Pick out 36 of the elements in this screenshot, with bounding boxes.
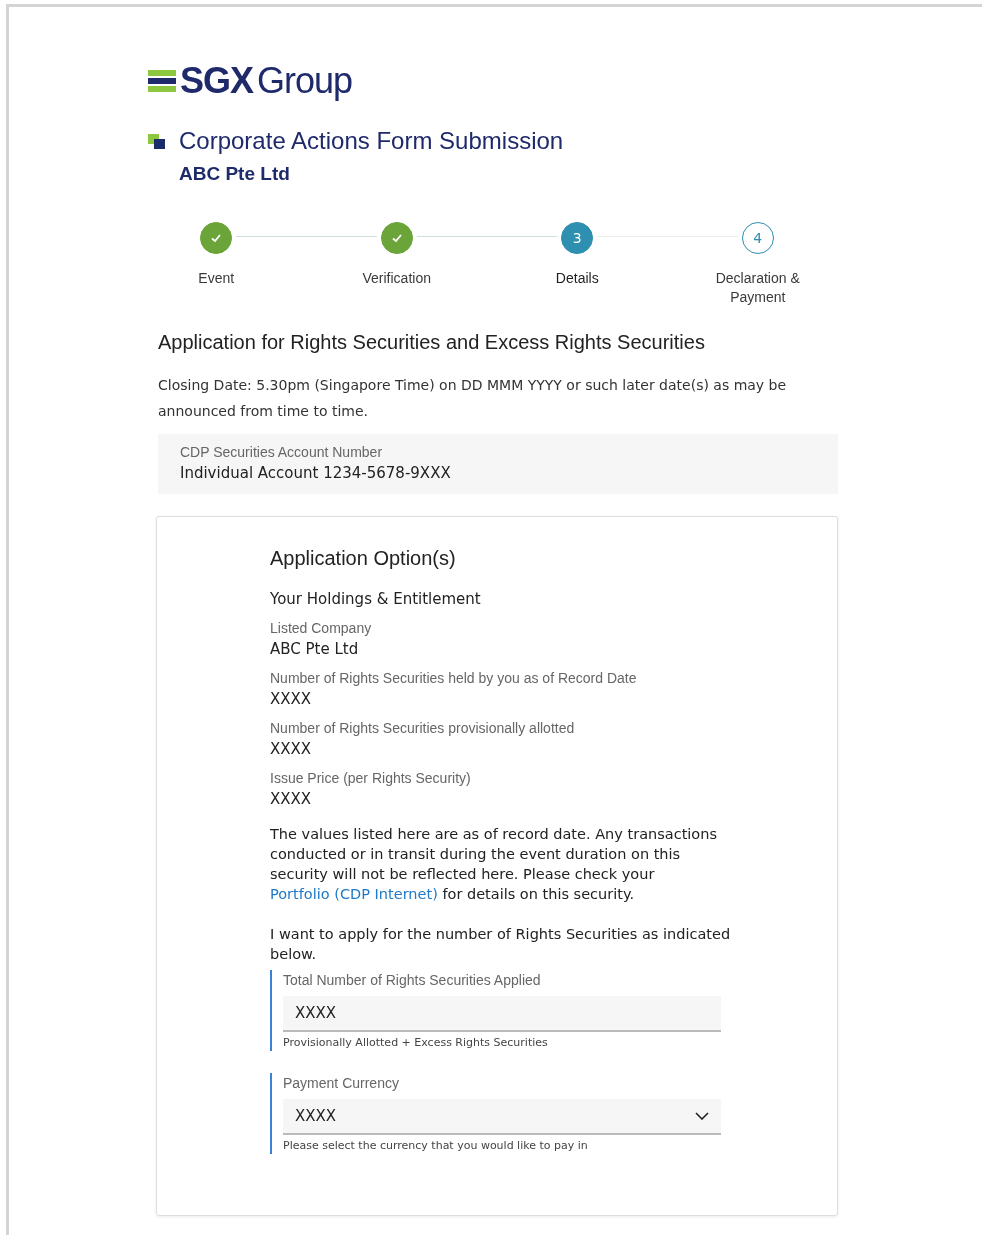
step-number: 4 — [741, 222, 774, 254]
step-label: Details — [554, 269, 600, 288]
form-title: Application for Rights Securities and Excess Rights Securities — [158, 331, 706, 354]
field-value: XXXX — [270, 740, 313, 758]
step-label: Verification — [361, 269, 432, 288]
input-label: Payment Currency — [283, 1074, 400, 1091]
field-value: XXXX — [270, 690, 313, 708]
step-label: Event — [197, 269, 236, 288]
company-name: ABC Pte Ltd — [179, 163, 291, 185]
page-title: Corporate Actions Form Submission — [179, 127, 564, 155]
step-number: 3 — [561, 222, 594, 254]
field-label: Number of Rights Securities provisionally allotted — [270, 720, 576, 736]
logo-icon — [148, 69, 176, 93]
portfolio-link[interactable]: Portfolio (CDP Internet) — [270, 886, 438, 902]
input-label: Total Number of Rights Securities Applied — [283, 971, 542, 988]
helper-text: Provisionally Allotted + Excess Rights Securities — [283, 1036, 549, 1051]
field-label: Number of Rights Securities held by you as of Record Date — [270, 670, 638, 686]
input-field[interactable]: XXXX — [283, 996, 721, 1032]
section-subtitle: Your Holdings & Entitlement — [270, 590, 482, 608]
logo-text: Group — [257, 60, 353, 102]
notice-text: The values listed here are as of record date. Any transactions conducted or in transit during the event duration on this security will not be reflected here. Please check your Portfolio (CDP Internet) for details on this security. — [270, 825, 718, 904]
step-label: Declaration & Payment — [714, 269, 801, 307]
chevron-down-icon — [695, 1112, 709, 1120]
currency-select[interactable]: XXXX — [283, 1099, 721, 1135]
field-label: Issue Price (per Rights Security) — [270, 770, 472, 786]
helper-text: Please select the currency that you would like to pay in — [283, 1139, 589, 1154]
card-title: Application Option(s) — [270, 547, 457, 570]
squares-icon — [148, 133, 165, 149]
field-value: XXXX — [270, 790, 313, 808]
field-label: CDP Securities Account Number — [180, 444, 384, 460]
logo-text: SGX — [180, 60, 254, 102]
closing-date-text: Closing Date: 5.30pm (Singapore Time) on DD MMM YYYY or such later date(s) as may be announced from time to time. — [158, 376, 788, 421]
instruction-text: I want to apply for the number of Rights Securities as indicated below. — [270, 925, 732, 964]
field-value: Individual Account 1234-5678-9XXX — [180, 464, 452, 482]
field-value: ABC Pte Ltd — [270, 640, 360, 658]
field-label: Listed Company — [270, 620, 373, 636]
